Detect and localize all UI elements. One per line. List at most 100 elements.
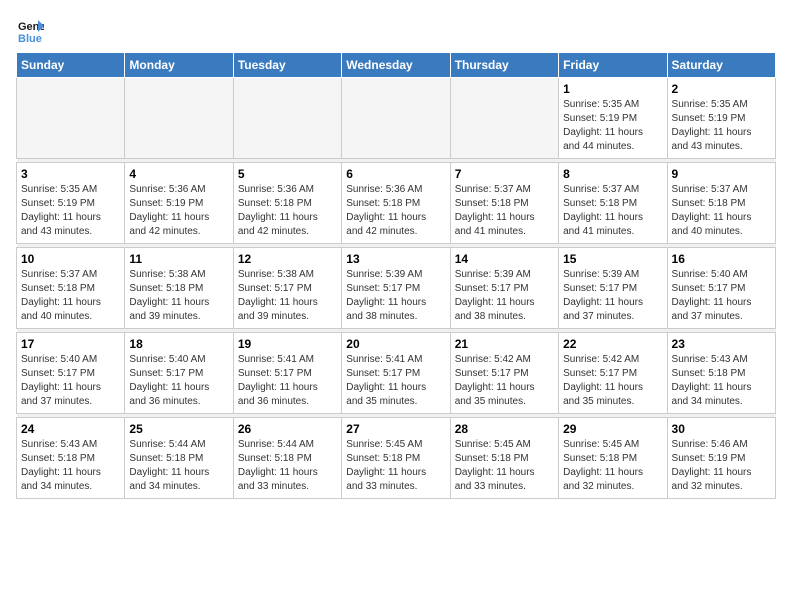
- day-detail: Sunrise: 5:45 AM Sunset: 5:18 PM Dayligh…: [563, 438, 662, 494]
- day-number: 16: [672, 252, 771, 266]
- day-detail: Sunrise: 5:40 AM Sunset: 5:17 PM Dayligh…: [129, 353, 228, 409]
- day-detail: Sunrise: 5:39 AM Sunset: 5:17 PM Dayligh…: [455, 268, 554, 324]
- day-detail: Sunrise: 5:45 AM Sunset: 5:18 PM Dayligh…: [455, 438, 554, 494]
- day-detail: Sunrise: 5:42 AM Sunset: 5:17 PM Dayligh…: [563, 353, 662, 409]
- day-detail: Sunrise: 5:43 AM Sunset: 5:18 PM Dayligh…: [672, 353, 771, 409]
- logo: General Blue: [16, 16, 44, 44]
- calendar-cell: 14 Sunrise: 5:39 AM Sunset: 5:17 PM Dayli…: [450, 248, 558, 329]
- day-detail: Sunrise: 5:37 AM Sunset: 5:18 PM Dayligh…: [563, 183, 662, 239]
- weekday-header-thursday: Thursday: [450, 53, 558, 78]
- day-number: 28: [455, 422, 554, 436]
- day-number: 17: [21, 337, 120, 351]
- day-detail: Sunrise: 5:37 AM Sunset: 5:18 PM Dayligh…: [455, 183, 554, 239]
- day-detail: Sunrise: 5:40 AM Sunset: 5:17 PM Dayligh…: [672, 268, 771, 324]
- page-header: General Blue: [16, 16, 776, 44]
- calendar-cell: 13Sunrise: 5:39 AM Sunset: 5:17 PM Dayli…: [342, 248, 450, 329]
- day-detail: Sunrise: 5:46 AM Sunset: 5:19 PM Dayligh…: [672, 438, 771, 494]
- day-detail: Sunrise: 5:35 AM Sunset: 5:19 PM Dayligh…: [672, 98, 771, 154]
- day-number: 21: [455, 337, 554, 351]
- day-number: 13: [346, 252, 445, 266]
- day-number: 5: [238, 167, 337, 181]
- calendar-cell: [342, 78, 450, 159]
- day-detail: Sunrise: 5:39 AM Sunset: 5:17 PM Dayligh…: [563, 268, 662, 324]
- day-number: 2: [672, 82, 771, 96]
- day-detail: Sunrise: 5:38 AM Sunset: 5:17 PM Dayligh…: [238, 268, 337, 324]
- day-number: 1: [563, 82, 662, 96]
- calendar-week-row: 24 Sunrise: 5:43 AM Sunset: 5:18 PM Dayli…: [17, 418, 776, 499]
- weekday-header-sunday: Sunday: [17, 53, 125, 78]
- calendar-cell: 29Sunrise: 5:45 AM Sunset: 5:18 PM Dayli…: [559, 418, 667, 499]
- day-number: 23: [672, 337, 771, 351]
- day-number: 9: [672, 167, 771, 181]
- calendar-cell: 6 Sunrise: 5:36 AM Sunset: 5:18 PM Daylig…: [342, 163, 450, 244]
- day-number: 25: [129, 422, 228, 436]
- day-detail: Sunrise: 5:41 AM Sunset: 5:17 PM Dayligh…: [238, 353, 337, 409]
- calendar-cell: 5 Sunrise: 5:36 AM Sunset: 5:18 PM Daylig…: [233, 163, 341, 244]
- calendar-cell: 16 Sunrise: 5:40 AM Sunset: 5:17 PM Dayli…: [667, 248, 775, 329]
- svg-text:Blue: Blue: [18, 33, 42, 44]
- day-detail: Sunrise: 5:37 AM Sunset: 5:18 PM Dayligh…: [672, 183, 771, 239]
- calendar-cell: 30 Sunrise: 5:46 AM Sunset: 5:19 PM Dayli…: [667, 418, 775, 499]
- day-detail: Sunrise: 5:41 AM Sunset: 5:17 PM Dayligh…: [346, 353, 445, 409]
- day-number: 14: [455, 252, 554, 266]
- day-number: 6: [346, 167, 445, 181]
- calendar-cell: 2 Sunrise: 5:35 AM Sunset: 5:19 PM Daylig…: [667, 78, 775, 159]
- calendar-cell: [450, 78, 558, 159]
- day-number: 10: [21, 252, 120, 266]
- calendar-week-row: 3 Sunrise: 5:35 AM Sunset: 5:19 PM Daylig…: [17, 163, 776, 244]
- calendar-cell: 15Sunrise: 5:39 AM Sunset: 5:17 PM Dayli…: [559, 248, 667, 329]
- calendar-header-row: SundayMondayTuesdayWednesdayThursdayFrid…: [17, 53, 776, 78]
- calendar-week-row: 1 Sunrise: 5:35 AM Sunset: 5:19 PM Daylig…: [17, 78, 776, 159]
- day-detail: Sunrise: 5:35 AM Sunset: 5:19 PM Dayligh…: [21, 183, 120, 239]
- day-detail: Sunrise: 5:36 AM Sunset: 5:19 PM Dayligh…: [129, 183, 228, 239]
- day-number: 26: [238, 422, 337, 436]
- calendar-cell: 26 Sunrise: 5:44 AM Sunset: 5:18 PM Dayli…: [233, 418, 341, 499]
- calendar-week-row: 17 Sunrise: 5:40 AM Sunset: 5:17 PM Dayli…: [17, 333, 776, 414]
- day-detail: Sunrise: 5:43 AM Sunset: 5:18 PM Dayligh…: [21, 438, 120, 494]
- day-number: 22: [563, 337, 662, 351]
- calendar-cell: 3 Sunrise: 5:35 AM Sunset: 5:19 PM Daylig…: [17, 163, 125, 244]
- calendar-cell: 24 Sunrise: 5:43 AM Sunset: 5:18 PM Dayli…: [17, 418, 125, 499]
- day-detail: Sunrise: 5:44 AM Sunset: 5:18 PM Dayligh…: [129, 438, 228, 494]
- calendar-cell: 20 Sunrise: 5:41 AM Sunset: 5:17 PM Dayli…: [342, 333, 450, 414]
- day-number: 30: [672, 422, 771, 436]
- calendar-cell: 19 Sunrise: 5:41 AM Sunset: 5:17 PM Dayli…: [233, 333, 341, 414]
- day-number: 12: [238, 252, 337, 266]
- day-number: 27: [346, 422, 445, 436]
- day-number: 18: [129, 337, 228, 351]
- calendar-cell: 8 Sunrise: 5:37 AM Sunset: 5:18 PM Daylig…: [559, 163, 667, 244]
- day-detail: Sunrise: 5:40 AM Sunset: 5:17 PM Dayligh…: [21, 353, 120, 409]
- day-number: 4: [129, 167, 228, 181]
- calendar-cell: 23 Sunrise: 5:43 AM Sunset: 5:18 PM Dayli…: [667, 333, 775, 414]
- day-number: 19: [238, 337, 337, 351]
- weekday-header-friday: Friday: [559, 53, 667, 78]
- day-detail: Sunrise: 5:36 AM Sunset: 5:18 PM Dayligh…: [238, 183, 337, 239]
- day-detail: Sunrise: 5:38 AM Sunset: 5:18 PM Dayligh…: [129, 268, 228, 324]
- day-detail: Sunrise: 5:36 AM Sunset: 5:18 PM Dayligh…: [346, 183, 445, 239]
- calendar-cell: 11Sunrise: 5:38 AM Sunset: 5:18 PM Dayli…: [125, 248, 233, 329]
- day-number: 7: [455, 167, 554, 181]
- day-detail: Sunrise: 5:44 AM Sunset: 5:18 PM Dayligh…: [238, 438, 337, 494]
- calendar-cell: 9 Sunrise: 5:37 AM Sunset: 5:18 PM Daylig…: [667, 163, 775, 244]
- weekday-header-wednesday: Wednesday: [342, 53, 450, 78]
- calendar-cell: 28 Sunrise: 5:45 AM Sunset: 5:18 PM Dayli…: [450, 418, 558, 499]
- calendar-cell: 25 Sunrise: 5:44 AM Sunset: 5:18 PM Dayli…: [125, 418, 233, 499]
- weekday-header-monday: Monday: [125, 53, 233, 78]
- day-detail: Sunrise: 5:45 AM Sunset: 5:18 PM Dayligh…: [346, 438, 445, 494]
- day-number: 8: [563, 167, 662, 181]
- calendar-cell: 12 Sunrise: 5:38 AM Sunset: 5:17 PM Dayli…: [233, 248, 341, 329]
- day-detail: Sunrise: 5:37 AM Sunset: 5:18 PM Dayligh…: [21, 268, 120, 324]
- weekday-header-saturday: Saturday: [667, 53, 775, 78]
- day-number: 3: [21, 167, 120, 181]
- calendar-cell: 17 Sunrise: 5:40 AM Sunset: 5:17 PM Dayli…: [17, 333, 125, 414]
- calendar-cell: 1 Sunrise: 5:35 AM Sunset: 5:19 PM Daylig…: [559, 78, 667, 159]
- calendar-cell: 18 Sunrise: 5:40 AM Sunset: 5:17 PM Dayli…: [125, 333, 233, 414]
- calendar-week-row: 10 Sunrise: 5:37 AM Sunset: 5:18 PM Dayli…: [17, 248, 776, 329]
- calendar-cell: 10 Sunrise: 5:37 AM Sunset: 5:18 PM Dayli…: [17, 248, 125, 329]
- day-detail: Sunrise: 5:35 AM Sunset: 5:19 PM Dayligh…: [563, 98, 662, 154]
- calendar-cell: [125, 78, 233, 159]
- calendar-cell: [233, 78, 341, 159]
- day-number: 24: [21, 422, 120, 436]
- day-number: 20: [346, 337, 445, 351]
- calendar-cell: 4 Sunrise: 5:36 AM Sunset: 5:19 PM Daylig…: [125, 163, 233, 244]
